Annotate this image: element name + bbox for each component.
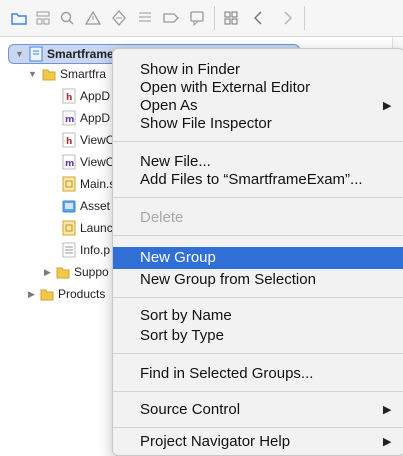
menu-item-delete: Delete (140, 209, 184, 226)
tree-label-file: ViewC (80, 133, 115, 147)
tree-label-file: ViewC (80, 155, 115, 169)
tree-label-file: AppD (80, 89, 111, 103)
disclosure-triangle-icon[interactable]: ▼ (28, 64, 37, 84)
menu-item-new-group-from-selection[interactable]: New Group from Selection (113, 269, 403, 291)
tree-label-file: Launc (80, 221, 113, 235)
menu-item-add-files[interactable]: Add Files to “SmartframeExam”... (113, 169, 403, 191)
tree-row-file[interactable]: Main.s (62, 174, 116, 194)
submenu-arrow-icon: ▶ (383, 436, 392, 448)
tree-row-file[interactable]: h AppD (62, 86, 112, 106)
chevron-left-icon[interactable] (250, 9, 268, 27)
project-file-icon (29, 46, 43, 62)
storyboard-file-icon (62, 176, 76, 192)
folder-icon[interactable] (10, 9, 28, 27)
tree-row-products[interactable]: ▶ Products (28, 284, 112, 304)
tree-row-file[interactable]: m AppD (62, 108, 112, 128)
chevron-right-icon[interactable] (278, 9, 296, 27)
tree-label-group: Smartfra (60, 67, 107, 81)
implementation-file-icon: m (62, 110, 76, 126)
menu-separator (113, 235, 403, 236)
tree-row-file[interactable]: m ViewC (62, 152, 115, 172)
tree-label-file: Main.s (80, 177, 116, 191)
menu-item-find-in-selected-groups[interactable]: Find in Selected Groups... (113, 363, 403, 385)
disclosure-triangle-icon[interactable]: ▶ (44, 262, 51, 282)
menu-separator (113, 427, 403, 428)
hierarchy-icon[interactable] (34, 9, 52, 27)
tree-row-file[interactable]: h ViewC (62, 130, 115, 150)
disclosure-triangle-icon[interactable]: ▼ (15, 45, 24, 63)
tree-row-file[interactable]: Asset (62, 196, 112, 216)
header-file-icon: h (62, 88, 76, 104)
disclosure-triangle-icon[interactable]: ▶ (28, 284, 35, 304)
tag-icon[interactable] (162, 9, 180, 27)
menu-item-show-file-inspector[interactable]: Show File Inspector (113, 113, 403, 135)
plist-file-icon (62, 242, 76, 258)
svg-text:m: m (65, 115, 74, 125)
svg-text:h: h (66, 93, 72, 103)
tree-label-products: Products (58, 287, 106, 301)
folder-icon (42, 66, 56, 82)
tree-row-group[interactable]: ▼ Smartfra (28, 64, 112, 84)
test-icon[interactable] (110, 9, 128, 27)
comment-icon[interactable] (188, 9, 206, 27)
menu-separator (113, 391, 403, 392)
context-menu: Show in Finder Open with External Editor… (112, 48, 403, 456)
list-icon[interactable] (136, 9, 154, 27)
grid-icon[interactable] (222, 9, 240, 27)
menu-separator (113, 141, 403, 142)
tree-row-file[interactable]: Info.p (62, 240, 112, 260)
warning-icon[interactable] (84, 9, 102, 27)
menu-separator (113, 353, 403, 354)
tree-label-file: Asset (80, 199, 111, 213)
svg-text:m: m (65, 159, 74, 169)
folder-icon (56, 264, 70, 280)
implementation-file-icon: m (62, 154, 76, 170)
search-icon[interactable] (58, 9, 76, 27)
menu-separator (113, 297, 403, 298)
navigator-toolbar (0, 0, 403, 37)
menu-separator (113, 197, 403, 198)
tree-row-file[interactable]: Launc (62, 218, 113, 238)
folder-icon (40, 286, 54, 302)
menu-item-source-control[interactable]: Source Control ▶ (113, 399, 403, 421)
header-file-icon: h (62, 132, 76, 148)
menu-item-project-navigator-help[interactable]: Project Navigator Help ▶ (113, 431, 403, 453)
menu-item-new-group[interactable]: New Group (113, 247, 403, 269)
tree-row-supporting[interactable]: ▶ Suppo (44, 262, 112, 282)
tree-label-file: AppD (80, 111, 111, 125)
tree-label-file: Info.p (80, 243, 111, 257)
menu-item-sort-by-type[interactable]: Sort by Type (113, 325, 403, 347)
submenu-arrow-icon: ▶ (383, 404, 392, 416)
menu-item-sort-by-name[interactable]: Sort by Name (113, 305, 403, 327)
tree-label-supporting: Suppo (74, 265, 109, 279)
tree-label-root: Smartframe (47, 47, 114, 61)
svg-text:h: h (66, 137, 72, 147)
storyboard-file-icon (62, 220, 76, 236)
asset-catalog-icon (62, 198, 76, 214)
